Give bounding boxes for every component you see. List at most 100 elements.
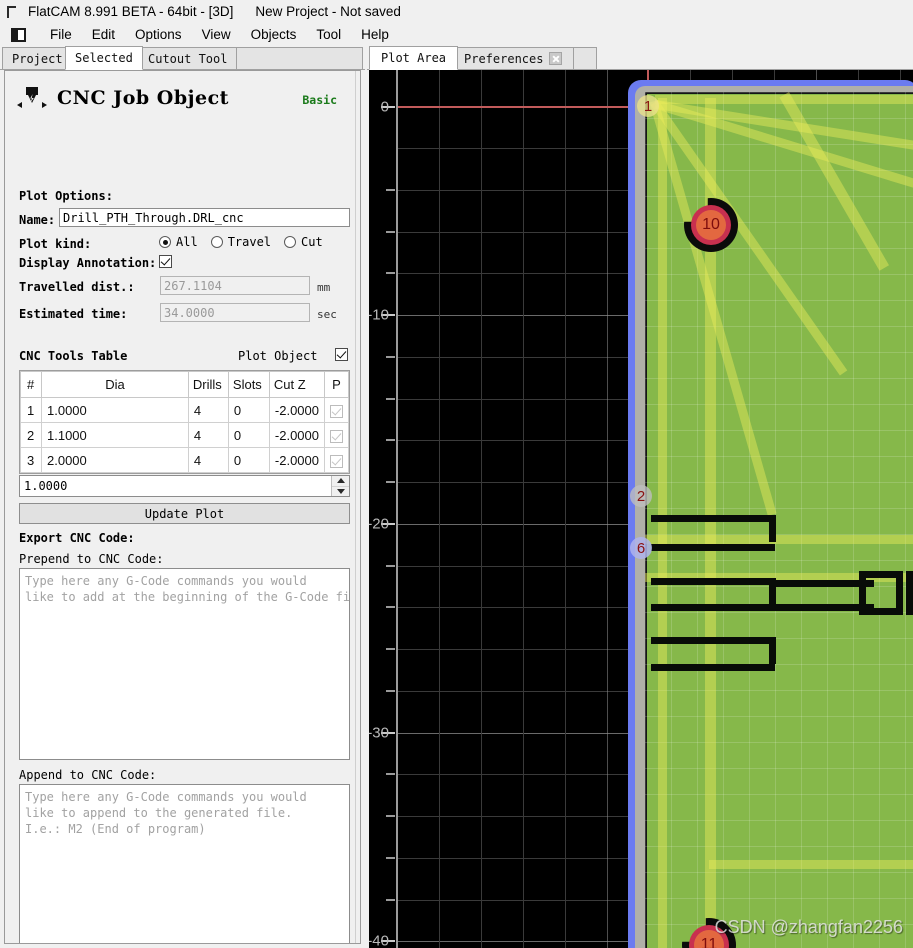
cell-dia: 1.1000 bbox=[41, 422, 189, 448]
panel-toggle-icon[interactable] bbox=[8, 27, 30, 42]
plot-options-label: Plot Options: bbox=[19, 189, 113, 203]
plot-object-label: Plot Object bbox=[238, 349, 318, 363]
cnc-tools-table-label: CNC Tools Table bbox=[19, 349, 128, 363]
tab-preferences-label: Preferences bbox=[464, 51, 544, 66]
estimated-time-unit: sec bbox=[317, 308, 337, 321]
prepend-textarea[interactable]: Type here any G-Code commands you would … bbox=[19, 568, 350, 760]
th-slots: Slots bbox=[227, 371, 270, 398]
display-annotation-checkbox[interactable] bbox=[159, 255, 172, 268]
menu-file[interactable]: File bbox=[40, 26, 82, 43]
object-title: CNC Job Object bbox=[57, 87, 229, 109]
path-annotation-2: 2 bbox=[630, 485, 652, 507]
spinbox-up-icon[interactable] bbox=[332, 476, 349, 487]
cnc-drill-bit-icon bbox=[17, 85, 47, 111]
flatcam-logo-icon bbox=[6, 5, 20, 19]
row-plot-checkbox[interactable] bbox=[330, 404, 343, 418]
row-plot-checkbox[interactable] bbox=[330, 429, 343, 443]
cell-plot[interactable] bbox=[324, 447, 349, 473]
y-tick-label-minus40: -40 bbox=[369, 932, 389, 948]
cell-plot[interactable] bbox=[324, 397, 349, 423]
cell-cutz: -2.0000 bbox=[268, 447, 326, 473]
cell-drills: 4 bbox=[187, 397, 229, 423]
update-plot-button[interactable]: Update Plot bbox=[19, 503, 350, 524]
copper-trace bbox=[651, 637, 775, 644]
tab-plot-area[interactable]: Plot Area bbox=[369, 46, 459, 70]
radio-label-all: All bbox=[176, 235, 198, 249]
radio-dot-cut bbox=[284, 236, 297, 248]
window-title: FlatCAM 8.991 BETA - 64bit - [3D] bbox=[28, 4, 234, 19]
travel-path bbox=[709, 860, 913, 869]
table-row[interactable]: 3 2.0000 4 0 -2.0000 bbox=[20, 447, 349, 473]
table-row[interactable]: 1 1.0000 4 0 -2.0000 bbox=[20, 397, 349, 423]
menu-view[interactable]: View bbox=[192, 26, 241, 43]
append-label: Append to CNC Code: bbox=[19, 768, 157, 782]
left-panel-scrollbar[interactable] bbox=[355, 71, 360, 943]
cell-plot[interactable] bbox=[324, 422, 349, 448]
copper-pad bbox=[859, 608, 903, 615]
spinbox-down-icon[interactable] bbox=[332, 487, 349, 497]
project-status: New Project - Not saved bbox=[255, 4, 401, 19]
tool-diameter-value: 1.0000 bbox=[24, 479, 68, 493]
plot-object-checkbox[interactable] bbox=[335, 348, 348, 361]
plot-canvas[interactable]: 0 -10 -20 -30 -40 10 11 1 2 6 CSDN @zhan… bbox=[369, 70, 913, 948]
left-tab-strip: Project Selected Cutout Tool bbox=[0, 46, 365, 70]
radio-label-cut: Cut bbox=[301, 235, 323, 249]
plot-kind-radio-group: All Travel Cut bbox=[159, 235, 336, 249]
menu-help[interactable]: Help bbox=[351, 26, 399, 43]
path-annotation-6: 6 bbox=[630, 537, 652, 559]
cell-slots: 0 bbox=[227, 397, 270, 423]
copper-trace bbox=[651, 604, 775, 611]
radio-dot-travel bbox=[210, 236, 223, 248]
menu-options[interactable]: Options bbox=[125, 26, 192, 43]
cell-dia: 2.0000 bbox=[41, 447, 189, 473]
cell-cutz: -2.0000 bbox=[268, 422, 326, 448]
travelled-dist-unit: mm bbox=[317, 281, 331, 294]
tab-project[interactable]: Project bbox=[2, 47, 73, 70]
menu-objects[interactable]: Objects bbox=[241, 26, 307, 43]
name-label: Name: bbox=[19, 213, 56, 227]
left-tab-filler bbox=[227, 47, 363, 70]
tool-diameter-spinbox[interactable]: 1.0000 bbox=[19, 475, 350, 497]
menu-edit[interactable]: Edit bbox=[82, 26, 125, 43]
table-header-row: # Dia Drills Slots Cut Z P bbox=[20, 371, 349, 398]
name-input[interactable]: Drill_PTH_Through.DRL_cnc bbox=[59, 208, 350, 227]
th-dia: Dia bbox=[41, 371, 189, 398]
tab-plot-area-label: Plot Area bbox=[381, 51, 447, 65]
append-textarea[interactable]: Type here any G-Code commands you would … bbox=[19, 784, 350, 943]
menu-bar: File Edit Options View Objects Tool Help bbox=[0, 23, 913, 46]
radio-plot-kind-all[interactable]: All bbox=[159, 235, 198, 249]
table-row[interactable]: 2 1.1000 4 0 -2.0000 bbox=[20, 422, 349, 448]
copper-pad bbox=[906, 571, 913, 615]
title-bar: FlatCAM 8.991 BETA - 64bit - [3D] New Pr… bbox=[0, 0, 913, 23]
tab-cutout-tool[interactable]: Cutout Tool bbox=[138, 47, 238, 70]
copper-trace bbox=[651, 544, 775, 551]
prepend-label: Prepend to CNC Code: bbox=[19, 552, 164, 566]
radio-dot-all bbox=[159, 236, 171, 248]
close-icon[interactable] bbox=[549, 52, 563, 65]
radio-plot-kind-travel[interactable]: Travel bbox=[210, 235, 271, 249]
menu-tool[interactable]: Tool bbox=[306, 26, 351, 43]
right-tab-strip: Plot Area Preferences bbox=[367, 46, 913, 70]
tab-selected[interactable]: Selected bbox=[65, 46, 143, 70]
cell-drills: 4 bbox=[187, 447, 229, 473]
tab-preferences[interactable]: Preferences bbox=[452, 47, 575, 70]
row-plot-checkbox[interactable] bbox=[330, 454, 343, 468]
object-header: CNC Job Object bbox=[17, 85, 229, 111]
path-annotation-1: 1 bbox=[637, 95, 659, 117]
drill-annotation-number: 10 bbox=[702, 216, 720, 233]
spinbox-arrows[interactable] bbox=[331, 476, 349, 496]
cell-slots: 0 bbox=[227, 422, 270, 448]
display-annotation-label: Display Annotation: bbox=[19, 256, 157, 270]
drill-marker[interactable]: 10 bbox=[684, 198, 738, 252]
cell-drills: 4 bbox=[187, 422, 229, 448]
travel-path bbox=[645, 535, 913, 544]
y-tick-label-minus10: -10 bbox=[369, 306, 389, 324]
cell-index: 3 bbox=[20, 447, 42, 473]
copper-trace bbox=[651, 664, 775, 671]
th-drills: Drills bbox=[187, 371, 229, 398]
app-level-label[interactable]: Basic bbox=[302, 93, 337, 107]
selected-panel: CNC Job Object Basic Plot Options: Name:… bbox=[4, 70, 361, 944]
travelled-dist-value: 267.1104 bbox=[160, 276, 310, 295]
copper-trace bbox=[769, 515, 776, 542]
radio-plot-kind-cut[interactable]: Cut bbox=[284, 235, 323, 249]
